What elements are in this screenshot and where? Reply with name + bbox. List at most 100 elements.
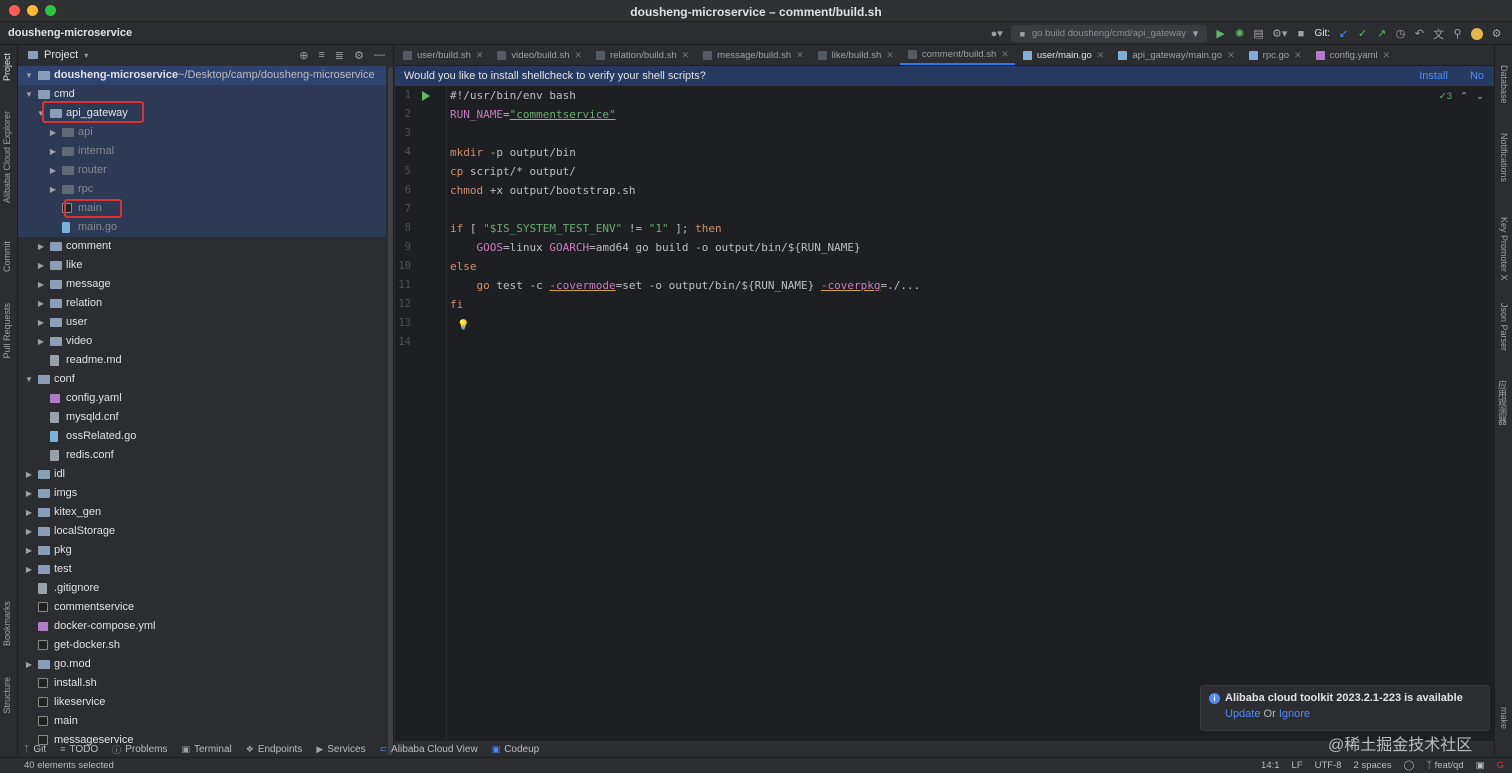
file-encoding[interactable]: UTF-8 <box>1315 760 1342 771</box>
settings-icon[interactable]: ⚙ <box>1491 27 1502 40</box>
chevron-right-icon[interactable]: ▶ <box>36 313 46 332</box>
ignore-link[interactable]: Ignore <box>1279 708 1310 720</box>
tree-item[interactable]: ▶ api <box>18 123 386 142</box>
memory-icon[interactable]: ▣ <box>1476 760 1485 771</box>
strip-bookmarks[interactable]: Bookmarks <box>2 601 12 646</box>
tree-item[interactable]: get-docker.sh <box>18 636 386 655</box>
close-icon[interactable]: ✕ <box>575 50 583 61</box>
tool-git[interactable]: ᛉ Git <box>24 744 46 755</box>
chevron-right-icon[interactable]: ▶ <box>36 237 46 256</box>
code-line[interactable]: mkdir -p output/bin <box>450 143 920 162</box>
code-line[interactable] <box>450 200 920 219</box>
tool-todo[interactable]: ≡ TODO <box>60 744 98 755</box>
editor-tab[interactable]: message/build.sh ✕ <box>695 45 809 65</box>
profile-icon[interactable]: ⚙▾ <box>1272 27 1287 40</box>
chevron-down-icon[interactable]: ⌄ <box>1476 91 1484 102</box>
code-line[interactable] <box>450 314 920 333</box>
editor-tab[interactable]: config.yaml ✕ <box>1308 45 1397 65</box>
tree-root[interactable]: ▼ dousheng-microservice ~/Desktop/camp/d… <box>18 66 386 85</box>
chevron-down-icon[interactable]: ▾ <box>84 51 88 60</box>
tree-item[interactable]: ▶ test <box>18 560 386 579</box>
close-icon[interactable]: ✕ <box>1227 50 1235 61</box>
tool-problems[interactable]: ⓘ Problems <box>112 743 167 756</box>
strip-database[interactable]: Database <box>1499 65 1509 104</box>
tree-item[interactable]: main <box>18 712 386 731</box>
code-line[interactable]: #!/usr/bin/env bash <box>450 86 920 105</box>
translate-icon[interactable]: 文 <box>1433 26 1444 42</box>
strip-commit[interactable]: Commit <box>2 241 12 272</box>
git-update-icon[interactable]: ↙ <box>1338 27 1349 40</box>
code-line[interactable] <box>450 333 920 352</box>
editor-tab[interactable]: rpc.go ✕ <box>1241 45 1308 65</box>
strip-app-observer[interactable]: 应用观测器 <box>1496 380 1509 425</box>
close-icon[interactable]: ✕ <box>1294 50 1302 61</box>
expand-all-icon[interactable]: ≡ <box>318 49 324 62</box>
debug-icon[interactable]: ✺ <box>1234 27 1245 40</box>
code-line[interactable]: GOOS=linux GOARCH=amd64 go build -o outp… <box>450 238 920 257</box>
tree-item[interactable]: ▼ conf <box>18 370 386 389</box>
tree-item[interactable]: ▶ like <box>18 256 386 275</box>
search-icon[interactable]: ⚲ <box>1452 27 1463 40</box>
run-gutter-icon[interactable] <box>422 91 430 101</box>
chevron-right-icon[interactable]: ▶ <box>24 503 34 522</box>
tree-item[interactable]: ▶ rpc <box>18 180 386 199</box>
avatar[interactable] <box>1471 27 1483 40</box>
chevron-down-icon[interactable]: ▼ <box>24 85 34 104</box>
chevron-right-icon[interactable]: ▶ <box>48 123 58 142</box>
tool-endpoints[interactable]: ❖ Endpoints <box>246 744 303 755</box>
close-icon[interactable]: ✕ <box>1383 50 1391 61</box>
chevron-right-icon[interactable]: ▶ <box>24 560 34 579</box>
git-push-icon[interactable]: ↗ <box>1376 27 1387 40</box>
update-link[interactable]: Update <box>1225 708 1260 720</box>
chevron-down-icon[interactable]: ▼ <box>24 66 34 85</box>
git-branch[interactable]: ᛉ feat/qd <box>1426 760 1463 771</box>
indent-setting[interactable]: 2 spaces <box>1354 760 1392 771</box>
tree-item[interactable]: ▶ internal <box>18 142 386 161</box>
strip-structure[interactable]: Structure <box>2 677 12 714</box>
hide-icon[interactable]: — <box>374 49 385 62</box>
project-scrollbar[interactable] <box>388 67 393 755</box>
project-panel-title[interactable]: Project <box>44 49 78 61</box>
code-line[interactable]: cp script/* output/ <box>450 162 920 181</box>
chevron-up-icon[interactable]: ⌃ <box>1460 91 1468 102</box>
run-icon[interactable]: ▶ <box>1215 27 1226 40</box>
tree-item[interactable]: docker-compose.yml <box>18 617 386 636</box>
close-icon[interactable]: ✕ <box>1097 50 1105 61</box>
stop-icon[interactable]: ■ <box>1295 28 1306 40</box>
chevron-right-icon[interactable]: ▶ <box>24 522 34 541</box>
tree-item[interactable]: .gitignore <box>18 579 386 598</box>
code-line[interactable]: fi <box>450 295 920 314</box>
git-commit-icon[interactable]: ✓ <box>1357 27 1368 40</box>
code-line[interactable] <box>450 124 920 143</box>
chevron-right-icon[interactable]: ▶ <box>36 294 46 313</box>
strip-project[interactable]: Project <box>2 53 12 81</box>
tree-item[interactable]: ▶ imgs <box>18 484 386 503</box>
gear-icon[interactable]: ⚙ <box>354 49 364 62</box>
tree-item[interactable]: ▶ relation <box>18 294 386 313</box>
close-icon[interactable]: ✕ <box>1001 49 1009 60</box>
tool-alibaba-cloud-view[interactable]: ⊂ Alibaba Cloud View <box>380 744 478 755</box>
chevron-right-icon[interactable]: ▶ <box>36 275 46 294</box>
tree-item[interactable]: ▶ idl <box>18 465 386 484</box>
tree-item[interactable]: main.go <box>18 218 386 237</box>
close-icon[interactable]: ✕ <box>476 50 484 61</box>
code-line[interactable]: if [ "$IS_SYSTEM_TEST_ENV" != "1" ]; the… <box>450 219 920 238</box>
coverage-icon[interactable]: ▤ <box>1253 27 1264 40</box>
lightbulb-icon[interactable]: 💡 <box>457 320 469 331</box>
tree-item[interactable]: commentservice <box>18 598 386 617</box>
tree-item[interactable]: readme.md <box>18 351 386 370</box>
tree-item[interactable]: config.yaml <box>18 389 386 408</box>
chevron-right-icon[interactable]: ▶ <box>48 142 58 161</box>
collapse-all-icon[interactable]: ≣ <box>335 49 344 62</box>
strip-json-parser[interactable]: Json Parser <box>1499 303 1509 351</box>
account-icon[interactable]: ●▾ <box>991 27 1003 40</box>
chevron-right-icon[interactable]: ▶ <box>24 465 34 484</box>
project-name[interactable]: dousheng-microservice <box>8 27 132 39</box>
tree-item[interactable]: ▶ comment <box>18 237 386 256</box>
close-icon[interactable]: ✕ <box>886 50 894 61</box>
tree-item[interactable]: ▶ user <box>18 313 386 332</box>
code-line[interactable]: else <box>450 257 920 276</box>
tree-item[interactable]: likeservice <box>18 693 386 712</box>
lock-icon[interactable]: ◯ <box>1404 760 1415 771</box>
chevron-right-icon[interactable]: ▶ <box>48 161 58 180</box>
